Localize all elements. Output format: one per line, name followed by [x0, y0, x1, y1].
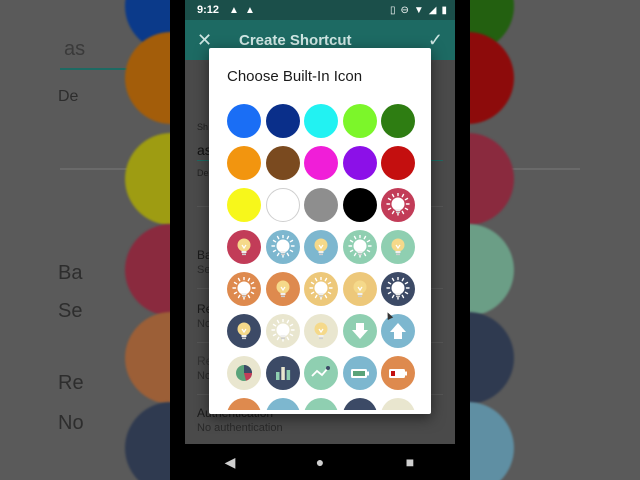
lightbulb-on-icon[interactable]	[381, 272, 415, 306]
blurred-color-circle	[125, 32, 170, 124]
lightbulb-on-icon[interactable]	[265, 230, 300, 264]
status-icons: ▯ ⊖ ▼ ◢ ▮	[390, 5, 447, 16]
blurred-bulb-circle	[470, 133, 514, 225]
battery-low-icon[interactable]	[381, 356, 415, 390]
color-swatch[interactable]	[304, 146, 338, 180]
lightbulb-on-icon[interactable]	[381, 188, 415, 222]
lightbulb-icon[interactable]	[304, 314, 338, 348]
left-blurred-background: as De Ba Se Re No	[0, 0, 170, 480]
warning-icon: ▲	[244, 4, 255, 16]
warning-icon: ▲	[229, 4, 239, 16]
battery-icon: ▮	[441, 4, 447, 16]
status-time: 9:12	[197, 4, 220, 16]
blurred-bulb-circle	[470, 224, 514, 316]
blurred-bulb-circle	[470, 312, 514, 404]
lightbulb-on-icon[interactable]	[265, 314, 300, 348]
back-icon[interactable]: ◀	[210, 454, 250, 471]
wifi-icon: ▼	[413, 4, 424, 16]
color-swatch[interactable]	[342, 104, 377, 138]
icon-option[interactable]	[227, 398, 261, 410]
color-swatch[interactable]	[265, 104, 300, 138]
color-swatch[interactable]	[227, 104, 261, 138]
lightbulb-icon[interactable]	[342, 272, 377, 306]
icon-option[interactable]	[304, 398, 338, 410]
status-bar: 9:12 ▲ ▲ ▯ ⊖ ▼ ◢ ▮	[185, 0, 455, 20]
blurred-color-circle	[470, 32, 514, 124]
color-swatch[interactable]	[304, 104, 338, 138]
battery-full-icon[interactable]	[342, 356, 377, 390]
color-swatch[interactable]	[265, 188, 300, 222]
vibrate-icon: ▯	[389, 4, 396, 16]
signal-icon: ◢	[428, 4, 437, 16]
bar-chart-icon[interactable]	[265, 356, 300, 390]
blurred-desc-text: De	[58, 88, 79, 105]
blurred-row-sub: No	[58, 412, 84, 434]
lightbulb-on-icon[interactable]	[342, 230, 377, 264]
arrow-up-icon[interactable]	[381, 314, 415, 348]
right-blurred-background	[470, 0, 640, 480]
lightbulb-icon[interactable]	[381, 230, 415, 264]
lightbulb-icon[interactable]	[227, 230, 261, 264]
lightbulb-icon[interactable]	[304, 230, 338, 264]
color-swatch[interactable]	[304, 188, 338, 222]
icon-grid	[227, 104, 415, 410]
lightbulb-icon[interactable]	[227, 314, 261, 348]
video-frame: as De Ba Se Re No 9:12 ▲ ▲ ▯ ⊖ ▼ ◢ ▮ ✕ C…	[0, 0, 640, 480]
dialog-title: Choose Built-In Icon	[227, 68, 363, 85]
color-swatch[interactable]	[381, 146, 415, 180]
blurred-bulb-circle	[125, 312, 170, 404]
blurred-arrow-circle	[470, 402, 514, 480]
blurred-name-text: as	[64, 38, 86, 60]
icon-option[interactable]	[265, 398, 300, 410]
blurred-bulb-circle	[125, 224, 170, 316]
color-swatch[interactable]	[265, 146, 300, 180]
icon-option[interactable]	[342, 398, 377, 410]
lightbulb-on-icon[interactable]	[227, 272, 261, 306]
icon-option[interactable]	[381, 398, 415, 410]
check-icon[interactable]: ✓	[428, 30, 443, 51]
color-swatch[interactable]	[342, 146, 377, 180]
lightbulb-icon[interactable]	[265, 272, 300, 306]
line-chart-icon[interactable]	[304, 356, 338, 390]
choose-icon-dialog: Choose Built-In Icon	[209, 48, 431, 414]
pie-chart-icon[interactable]	[227, 356, 261, 390]
color-swatch[interactable]	[227, 146, 261, 180]
navigation-bar: ◀ ● ■	[185, 444, 455, 480]
blurred-color-circle	[125, 133, 170, 225]
blurred-row-label: Ba	[58, 262, 83, 284]
arrow-down-icon[interactable]	[342, 314, 377, 348]
lightbulb-on-icon[interactable]	[304, 272, 338, 306]
recents-icon[interactable]: ■	[390, 454, 430, 470]
blurred-row-sub: Se	[58, 300, 83, 322]
blurred-row-label: Re	[58, 372, 84, 394]
color-swatch[interactable]	[342, 188, 377, 222]
color-swatch[interactable]	[381, 104, 415, 138]
page-title: Create Shortcut	[239, 31, 352, 49]
blurred-bulb-circle	[125, 402, 170, 480]
home-icon[interactable]: ●	[300, 454, 340, 470]
do-not-disturb-icon: ⊖	[400, 4, 409, 16]
color-swatch[interactable]	[227, 188, 261, 222]
